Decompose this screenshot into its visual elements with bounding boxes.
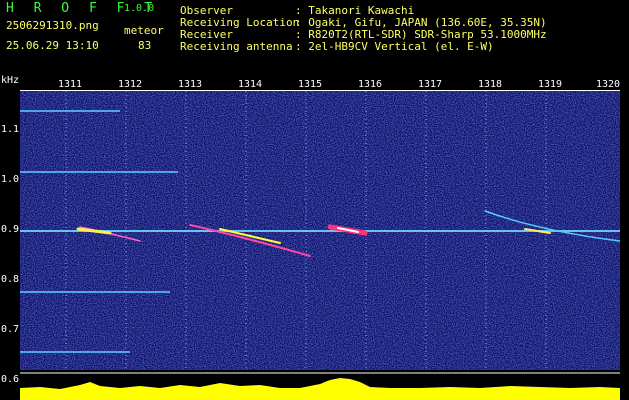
x-tick-1312: 1312 xyxy=(118,79,143,90)
level-canvas xyxy=(20,370,620,400)
hrofft-window: H R O F F T 1.0.0 2506291310.png 25.06.2… xyxy=(0,0,629,400)
x-tick-1311: 1311 xyxy=(58,79,83,90)
meteor-count: 83 xyxy=(138,39,152,52)
x-tick-1317: 1317 xyxy=(418,79,443,90)
y-tick-1-1: 1.1 xyxy=(1,124,20,135)
level-fill xyxy=(20,378,620,400)
y-tick-0-6: 0.6 xyxy=(1,374,20,385)
app-version: 1.0.0 xyxy=(124,3,155,14)
x-tick-1315: 1315 xyxy=(298,79,323,90)
antenna-value: : 2el-HB9CV Vertical (el. E-W) xyxy=(295,40,494,53)
antenna-label: Receiving antenna xyxy=(180,40,293,53)
y-tick-0-7: 0.7 xyxy=(1,324,20,335)
x-tick-1319: 1319 xyxy=(538,79,563,90)
y-axis-unit: kHz xyxy=(1,75,20,86)
y-tick-0-9: 0.9 xyxy=(1,224,20,235)
file-name: 2506291310.png xyxy=(6,19,99,32)
date-time: 25.06.29 13:10 xyxy=(6,39,99,52)
mode-label: meteor xyxy=(124,24,164,37)
y-tick-1-0: 1.0 xyxy=(1,174,20,185)
spectrogram xyxy=(20,90,620,372)
x-tick-1320: 1320 xyxy=(596,79,621,90)
y-tick-0-8: 0.8 xyxy=(1,274,20,285)
x-tick-1314: 1314 xyxy=(238,79,263,90)
spectrogram-canvas xyxy=(20,91,620,371)
x-tick-1318: 1318 xyxy=(478,79,503,90)
signal-level-bar xyxy=(20,370,620,400)
x-tick-1316: 1316 xyxy=(358,79,383,90)
x-tick-1313: 1313 xyxy=(178,79,203,90)
